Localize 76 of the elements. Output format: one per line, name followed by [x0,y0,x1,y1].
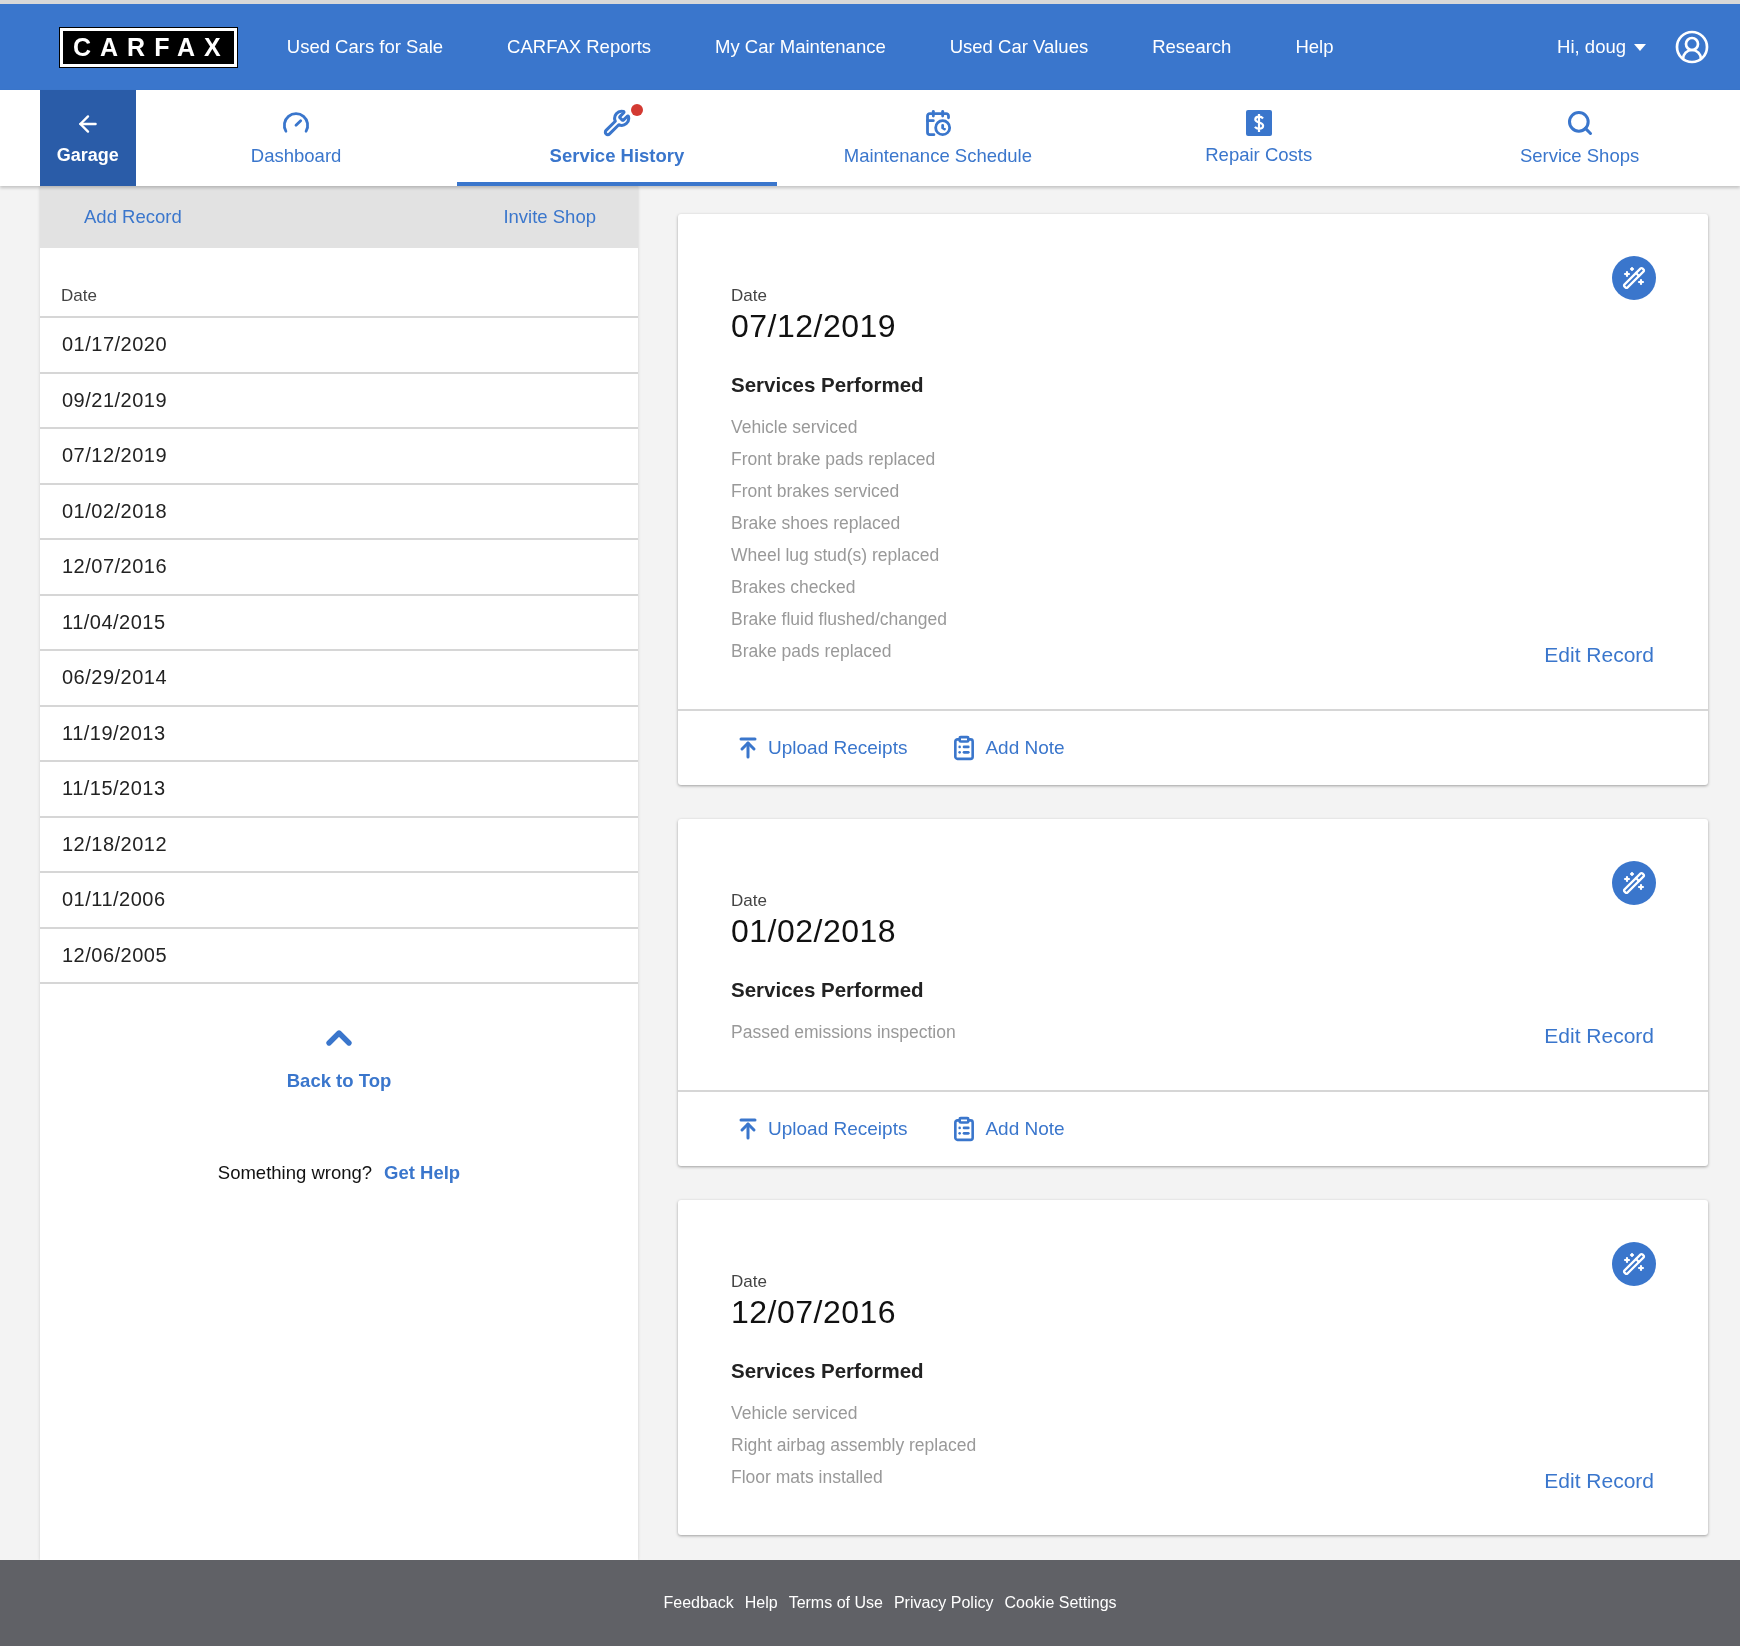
footer-link[interactable]: Help [744,1594,778,1612]
nav-link[interactable]: Used Car Values [949,36,1089,58]
edit-record-link[interactable]: Edit Record [1544,1469,1654,1493]
nav-link[interactable]: Help [1295,36,1334,58]
date-row[interactable]: 11/19/2013 [40,706,638,762]
date-row[interactable]: 09/21/2019 [40,373,638,429]
service-item: Right airbag assembly replaced [731,1434,977,1457]
date-row[interactable]: 12/07/2016 [40,540,638,596]
service-item: Brake fluid flushed/changed [731,608,947,631]
date-label: Date [731,891,768,911]
services-heading: Services Performed [731,978,925,1002]
date-row[interactable]: 07/12/2019 [40,429,638,485]
magic-wand-button[interactable] [1612,861,1656,905]
edit-record-link[interactable]: Edit Record [1544,643,1654,667]
caret-icon [1634,43,1646,51]
garage-button[interactable]: Garage [40,90,136,186]
date-row[interactable]: 01/17/2020 [40,318,638,374]
nav-tab[interactable]: Service Shops [1419,90,1740,186]
action-link[interactable]: Add Record [84,206,182,228]
search-icon [1565,109,1594,137]
user-menu[interactable]: Hi, doug [1557,36,1646,58]
add-note-link[interactable]: Add Note [951,735,1065,761]
services-heading: Services Performed [731,373,925,397]
date-row[interactable]: 11/04/2015 [40,595,638,651]
service-item: Brake shoes replaced [731,512,902,535]
footer-link[interactable]: Cookie Settings [1004,1594,1117,1612]
record-date: 12/07/2016 [731,1294,898,1331]
record-date: 07/12/2019 [731,308,898,345]
nav-link[interactable]: My Car Maintenance [715,36,886,58]
magic-wand-icon [1622,266,1646,290]
service-item: Wheel lug stud(s) replaced [731,544,941,567]
magic-wand-icon [1622,1252,1646,1276]
footer-link[interactable]: Feedback [663,1594,734,1612]
date-label: Date [731,1272,768,1292]
services-heading: Services Performed [731,1359,925,1383]
magic-wand-button[interactable] [1612,1242,1656,1286]
nav-link[interactable]: Research [1152,36,1232,58]
wrench-icon [602,109,631,137]
date-row[interactable]: 12/06/2005 [40,928,638,984]
user-avatar-icon[interactable] [1674,29,1710,65]
help-prompt: Something wrong? [217,1162,373,1184]
date-row[interactable]: 01/11/2006 [40,873,638,929]
date-label: Date [731,286,768,306]
footer-link[interactable]: Terms of Use [788,1594,883,1612]
service-item: Floor mats installed [731,1466,884,1489]
date-row[interactable]: 11/15/2013 [40,762,638,818]
nav-link[interactable]: Used Cars for Sale [286,36,444,58]
date-row[interactable]: 06/29/2014 [40,651,638,707]
action-link[interactable]: Invite Shop [503,206,596,228]
column-header: Date [40,248,638,318]
service-item: Front brake pads replaced [731,448,937,471]
service-item: Passed emissions inspection [731,1021,956,1044]
magic-wand-icon [1622,871,1646,895]
magic-wand-button[interactable] [1612,256,1656,300]
nav-link[interactable]: CARFAX Reports [507,36,652,58]
get-help-link[interactable]: Get Help [384,1162,461,1184]
nav-tab[interactable]: Maintenance Schedule [777,90,1099,186]
upload-receipts-link[interactable]: Upload Receipts [736,736,908,760]
date-row[interactable]: 12/18/2012 [40,817,638,873]
calendar-clock-icon [923,109,952,137]
logo[interactable]: CARFAX [60,27,237,67]
service-item: Vehicle serviced [731,1402,859,1425]
back-to-top-link[interactable]: Back to Top [286,1024,392,1092]
record-date: 01/02/2018 [731,913,898,950]
nav-tab[interactable]: Dashboard [135,90,457,186]
dollar-icon [1245,110,1272,136]
date-row[interactable]: 01/02/2018 [40,484,638,540]
service-item: Brakes checked [731,576,857,599]
nav-tab[interactable]: Repair Costs [1098,90,1420,186]
service-item: Brake pads replaced [731,640,893,663]
add-note-link[interactable]: Add Note [951,1116,1065,1142]
footer-link[interactable]: Privacy Policy [893,1594,994,1612]
upload-receipts-link[interactable]: Upload Receipts [736,1117,908,1141]
edit-record-link[interactable]: Edit Record [1544,1024,1654,1048]
service-item: Vehicle serviced [731,416,859,439]
service-item: Front brakes serviced [731,480,901,503]
